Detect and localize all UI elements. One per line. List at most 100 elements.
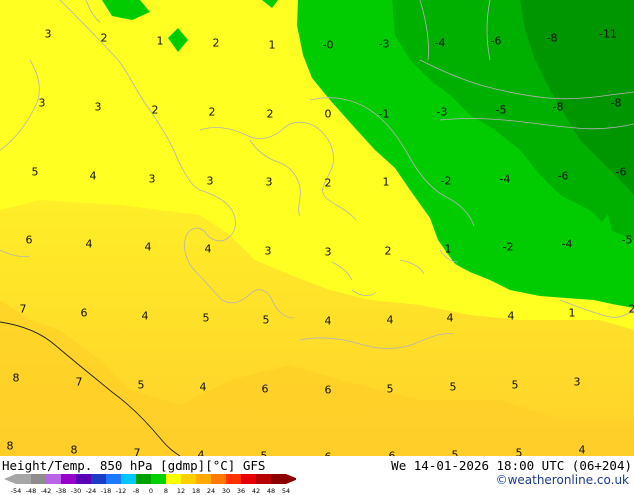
contour-label: 8 — [13, 372, 20, 385]
contour-label: -4 — [435, 37, 446, 50]
contour-label: 6 — [26, 234, 33, 247]
legend-tick-label: -30 — [71, 487, 82, 495]
contour-label: 1 — [569, 307, 576, 320]
contour-label: 3 — [207, 175, 214, 188]
contour-label: 1 — [157, 35, 164, 48]
chart-title: Height/Temp. 850 hPa [gdmp][°C] GFS — [2, 458, 265, 473]
legend-arrow-left — [4, 474, 16, 484]
legend-swatch — [46, 474, 61, 484]
contour-label: 4 — [145, 241, 152, 254]
contour-label: -6 — [558, 170, 569, 183]
legend-swatch — [16, 474, 31, 484]
contour-label: 2 — [385, 245, 392, 258]
legend-swatch — [61, 474, 76, 484]
legend-tick-label: 18 — [192, 487, 200, 495]
legend-tick-label: 54 — [282, 487, 290, 495]
contour-label: -6 — [491, 35, 502, 48]
contour-label: 2 — [209, 106, 216, 119]
legend-tick-label: 42 — [252, 487, 260, 495]
contour-label: 4 — [579, 444, 586, 457]
contour-label: 3 — [265, 245, 272, 258]
legend-swatch — [76, 474, 91, 484]
contour-label: 2 — [152, 104, 159, 117]
contour-label: 4 — [387, 314, 394, 327]
legend-tick-label: -24 — [86, 487, 97, 495]
contour-label: 3 — [95, 101, 102, 114]
legend-tick-label: -12 — [116, 487, 127, 495]
legend-swatch — [106, 474, 121, 484]
contour-label: 6 — [262, 383, 269, 396]
contour-label: 7 — [20, 303, 27, 316]
legend-arrow-right — [286, 474, 296, 484]
contour-label: 7 — [76, 376, 83, 389]
legend-tick-label: -8 — [133, 487, 139, 495]
contour-label: -2 — [441, 175, 452, 188]
contour-label: -3 — [379, 38, 390, 51]
contour-label: 5 — [387, 383, 394, 396]
contour-label: 4 — [508, 310, 515, 323]
contour-label: -3 — [437, 106, 448, 119]
footer-bar: Height/Temp. 850 hPa [gdmp][°C] GFS We 1… — [0, 456, 634, 490]
contour-label: 5 — [263, 314, 270, 327]
contour-label: -4 — [562, 238, 573, 251]
contour-label: -8 — [611, 97, 622, 110]
legend-swatch — [181, 474, 196, 484]
legend-tick-label: 8 — [164, 487, 168, 495]
legend-swatch — [31, 474, 46, 484]
contour-label: -0 — [323, 39, 334, 52]
contour-label: 2 — [629, 303, 634, 316]
contour-label: 2 — [267, 108, 274, 121]
legend-swatch — [241, 474, 256, 484]
contour-label: 4 — [325, 315, 332, 328]
contour-label: -4 — [500, 173, 511, 186]
contour-label: 8 — [71, 444, 78, 457]
color-legend — [4, 472, 296, 486]
contour-label: -5 — [622, 234, 633, 247]
contour-label: 1 — [445, 243, 452, 256]
legend-swatch — [166, 474, 181, 484]
contour-label: 3 — [39, 97, 46, 110]
contour-label: -6 — [616, 166, 627, 179]
credit-link[interactable]: ©weatheronline.co.uk — [496, 473, 629, 487]
legend-swatch — [91, 474, 106, 484]
contour-label: 5 — [450, 381, 457, 394]
contour-label: 2 — [101, 32, 108, 45]
legend-tick-label: -38 — [56, 487, 67, 495]
legend-tick-label: -54 — [11, 487, 22, 495]
legend-swatch — [121, 474, 136, 484]
legend-tick-label: -42 — [41, 487, 52, 495]
legend-swatch — [271, 474, 286, 484]
legend-tick-label: -18 — [101, 487, 112, 495]
contour-label: 4 — [90, 170, 97, 183]
contour-label: -2 — [503, 241, 514, 254]
contour-label: -8 — [547, 32, 558, 45]
legend-swatch — [196, 474, 211, 484]
contour-label: 5 — [203, 312, 210, 325]
contour-label: -8 — [553, 101, 564, 114]
contour-label: 3 — [45, 28, 52, 41]
contour-label: 3 — [149, 173, 156, 186]
contour-label: 1 — [269, 39, 276, 52]
contour-label: 4 — [447, 312, 454, 325]
legend-tick-label: 24 — [207, 487, 215, 495]
legend-swatch — [256, 474, 271, 484]
contour-label: 3 — [574, 376, 581, 389]
contour-label: -1 — [379, 108, 390, 121]
contour-label: 0 — [325, 108, 332, 121]
legend-tick-label: 0 — [149, 487, 153, 495]
contour-label: 2 — [213, 37, 220, 50]
contour-label: 4 — [86, 238, 93, 251]
contour-label: 5 — [32, 166, 39, 179]
contour-label: 4 — [205, 243, 212, 256]
contour-label: 6 — [325, 384, 332, 397]
contour-label: -5 — [496, 104, 507, 117]
legend-swatch — [211, 474, 226, 484]
contour-label: 5 — [138, 379, 145, 392]
legend-tick-label: 48 — [267, 487, 275, 495]
weather-map — [0, 0, 634, 456]
legend-swatch — [226, 474, 241, 484]
contour-label: 4 — [200, 381, 207, 394]
valid-time: We 14-01-2026 18:00 UTC (06+204) — [391, 458, 632, 473]
contour-label: 4 — [142, 310, 149, 323]
contour-label: 6 — [81, 307, 88, 320]
